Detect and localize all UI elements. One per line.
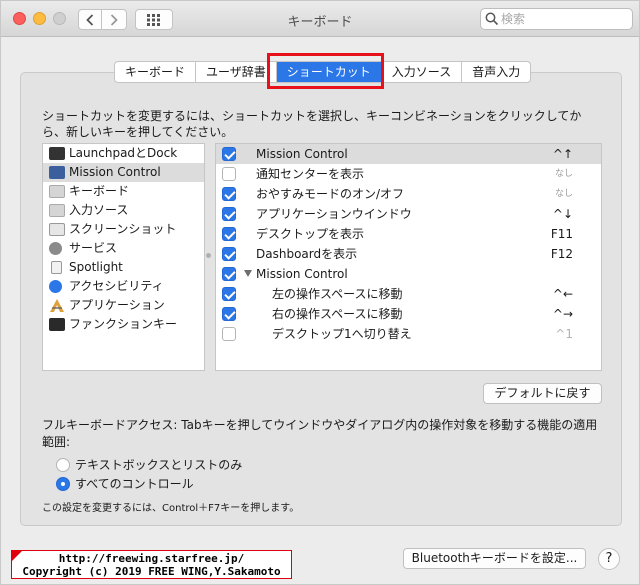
shortcut-key[interactable]: なし [555,184,573,204]
highlight-annotation-box [267,53,384,89]
shortcut-group-row[interactable]: Mission Control [216,264,601,284]
shortcut-row[interactable]: おやすみモードのオン/オフ なし [216,184,601,204]
shortcut-row[interactable]: Mission Control ^↑ [216,144,601,164]
category-label: キーボード [69,184,130,198]
category-label: Spotlight [69,260,123,274]
search-icon [485,12,499,26]
shortcut-key[interactable]: ^← [553,284,573,304]
watermark-copyright: Copyright (c) 2019 FREE WING,Y.Sakamoto [22,565,281,578]
category-services[interactable]: サービス [43,239,204,258]
radio-button[interactable] [56,477,70,491]
shortcut-checkbox[interactable] [222,287,236,301]
category-label: ファンクションキー [69,317,178,331]
shortcut-label: デスクトップを表示 [256,227,365,241]
accessibility-icon [49,280,62,293]
category-applications[interactable]: アプリケーション [43,296,204,315]
shortcut-checkbox[interactable] [222,267,236,281]
shortcut-key[interactable]: F12 [551,244,573,264]
restore-defaults-button[interactable]: デフォルトに戻す [483,383,602,404]
shortcut-row[interactable]: 通知センターを表示 なし [216,164,601,184]
shortcut-list: Mission Control ^↑ 通知センターを表示 なし おやすみモードの… [215,143,602,371]
keyboard-preferences-window: キーボード キーボード ユーザ辞書 ショートカット 入力ソース 音声入力 ショー… [0,0,640,585]
shortcut-checkbox[interactable] [222,327,236,341]
category-label: アプリケーション [69,298,165,312]
tab-user-dictionary[interactable]: ユーザ辞書 [196,62,277,82]
applications-icon [49,299,65,312]
copyright-watermark: http://freewing.starfree.jp/ Copyright (… [11,550,292,579]
shortcut-checkbox[interactable] [222,147,236,161]
shortcut-label: Mission Control [256,147,348,161]
category-spotlight[interactable]: Spotlight [43,258,204,277]
shortcut-row[interactable]: Dashboardを表示 F12 [216,244,601,264]
shortcut-row[interactable]: アプリケーションウインドウ ^↓ [216,204,601,224]
tab-input-sources[interactable]: 入力ソース [382,62,463,82]
category-label: サービス [69,241,118,255]
shortcut-checkbox[interactable] [222,307,236,321]
search-input[interactable] [501,11,629,27]
category-function-keys[interactable]: ファンクションキー [43,315,204,334]
shortcut-checkbox[interactable] [222,167,236,181]
shortcut-label: 左の操作スペースに移動 [272,287,403,301]
shortcut-row[interactable]: 右の操作スペースに移動 ^→ [216,304,601,324]
shortcut-key[interactable]: なし [555,164,573,184]
radio-label: テキストボックスとリストのみ [75,458,243,472]
shortcut-group-label[interactable]: Mission Control [244,264,348,284]
bluetooth-keyboard-setup-button[interactable]: Bluetoothキーボードを設定... [403,548,586,569]
services-gear-icon [49,242,62,255]
shortcut-row[interactable]: デスクトップ1へ切り替え ^1 [216,324,601,344]
category-label: アクセシビリティ [69,279,164,293]
shortcut-key[interactable]: F11 [551,224,573,244]
shortcut-label: Dashboardを表示 [256,247,358,261]
spotlight-icon [51,261,62,274]
mission-control-icon [49,166,65,179]
radio-label: すべてのコントロール [75,477,194,491]
category-accessibility[interactable]: アクセシビリティ [43,277,204,296]
shortcut-label: 右の操作スペースに移動 [272,307,403,321]
split-view-handle[interactable] [206,253,211,258]
shortcut-key[interactable]: ^↓ [553,204,573,224]
screenshot-icon [49,223,65,236]
shortcut-key[interactable]: ^1 [555,324,573,344]
shortcut-checkbox[interactable] [222,227,236,241]
fn-key-icon [49,318,65,331]
watermark-url: http://freewing.starfree.jp/ [58,552,245,565]
shortcut-row[interactable]: デスクトップを表示 F11 [216,224,601,244]
disclosure-triangle-icon[interactable] [244,270,252,277]
shortcut-checkbox[interactable] [222,247,236,261]
category-list: LaunchpadとDock Mission Control キーボード 入力ソ… [42,143,205,371]
category-label: LaunchpadとDock [69,146,178,160]
category-label: Mission Control [69,165,161,179]
category-launchpad-dock[interactable]: LaunchpadとDock [43,144,204,163]
full-keyboard-access-label: フルキーボードアクセス: Tabキーを押してウインドウやダイアログ内の操作対象を… [42,418,598,449]
shortcut-label: アプリケーションウインドウ [256,207,412,221]
category-input-sources[interactable]: 入力ソース [43,201,204,220]
category-mission-control[interactable]: Mission Control [43,163,204,182]
shortcut-key[interactable]: ^→ [553,304,573,324]
shortcut-description: ショートカットを変更するには、ショートカットを選択し、キーコンビネーションをクリ… [42,109,582,139]
category-label: スクリーンショット [69,222,177,236]
title-bar: キーボード [1,1,639,37]
launchpad-icon [49,147,65,160]
shortcut-label: Mission Control [256,267,348,281]
search-field[interactable] [480,8,633,30]
keyboard-icon [49,185,65,198]
shortcut-label: デスクトップ1へ切り替え [272,327,412,341]
radio-button[interactable] [56,458,70,472]
shortcut-hint-note: この設定を変更するには、Control＋F7キーを押します。 [42,503,300,514]
radio-text-boxes-lists[interactable]: テキストボックスとリストのみ [56,457,256,473]
shortcut-label: 通知センターを表示 [256,167,365,181]
shortcut-checkbox[interactable] [222,187,236,201]
category-keyboard[interactable]: キーボード [43,182,204,201]
category-label: 入力ソース [69,203,129,217]
help-button[interactable]: ? [598,548,620,570]
tab-keyboard[interactable]: キーボード [115,62,197,82]
shortcut-checkbox[interactable] [222,207,236,221]
shortcut-label: おやすみモードのオン/オフ [256,187,405,201]
tab-dictation[interactable]: 音声入力 [462,62,530,82]
radio-all-controls[interactable]: すべてのコントロール [56,476,256,492]
shortcut-row[interactable]: 左の操作スペースに移動 ^← [216,284,601,304]
category-screenshots[interactable]: スクリーンショット [43,220,204,239]
input-source-icon [49,204,65,217]
shortcut-key[interactable]: ^↑ [553,144,573,164]
